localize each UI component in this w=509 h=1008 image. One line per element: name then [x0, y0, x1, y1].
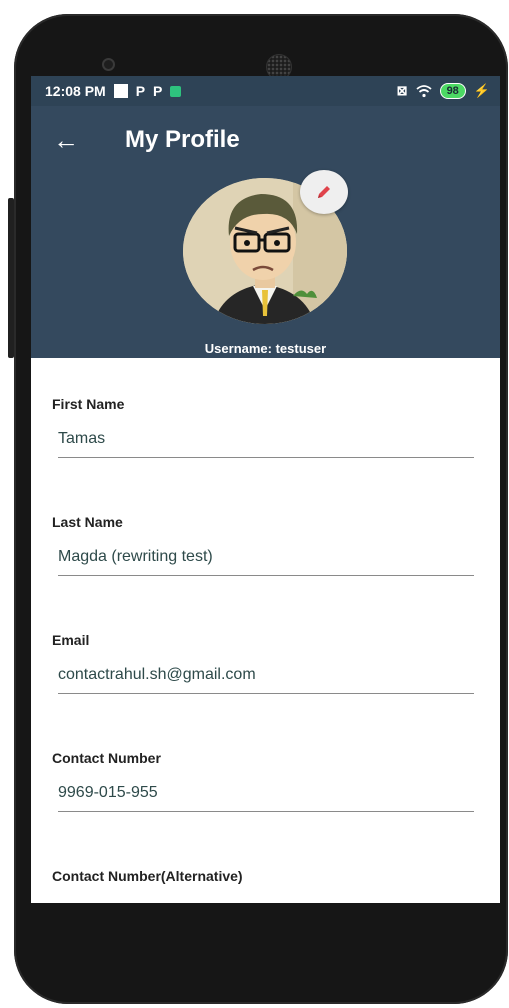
- battery-level: 98: [439, 83, 466, 99]
- alt-contact-number-label: Contact Number(Alternative): [52, 868, 243, 884]
- first-name-label: First Name: [52, 396, 125, 412]
- contact-number-label: Contact Number: [52, 750, 161, 766]
- first-name-input[interactable]: Tamas: [58, 430, 474, 458]
- status-right: ⊠ 98 ⚡: [397, 83, 490, 99]
- last-name-label: Last Name: [52, 514, 123, 530]
- side-button: [8, 198, 14, 358]
- last-name-field: Last Name Magda (rewriting test): [52, 514, 474, 632]
- camera: [102, 58, 115, 71]
- app-bar: ← My Profile: [31, 106, 500, 174]
- p-icon: P: [153, 83, 163, 99]
- email-label: Email: [52, 632, 90, 648]
- contact-number-field: Contact Number 9969-015-955: [52, 750, 474, 868]
- first-name-field: First Name Tamas: [52, 396, 474, 514]
- email-field: Email contactrahul.sh@gmail.com: [52, 632, 474, 750]
- edit-avatar-button[interactable]: [300, 170, 348, 214]
- username-label: Username: testuser: [204, 341, 327, 356]
- back-arrow-icon[interactable]: ←: [31, 125, 101, 156]
- contact-number-input[interactable]: 9969-015-955: [58, 784, 474, 812]
- screen: 12:08 PM P P ⊠ 98 ⚡ ← My Profile Usernam…: [31, 76, 500, 903]
- charging-icon: ⚡: [473, 83, 490, 98]
- sim-icon: ⊠: [396, 83, 408, 98]
- app-icon: [170, 85, 182, 97]
- profile-form: First Name Tamas Last Name Magda (rewrit…: [31, 358, 500, 903]
- status-time: 12:08 PM: [45, 83, 106, 99]
- email-input[interactable]: contactrahul.sh@gmail.com: [58, 666, 474, 694]
- notification-icon: [113, 84, 128, 98]
- status-bar: 12:08 PM P P ⊠ 98 ⚡: [31, 76, 500, 106]
- last-name-input[interactable]: Magda (rewriting test): [58, 548, 474, 576]
- profile-header: Username: testuser: [31, 170, 500, 358]
- page-title: My Profile: [125, 126, 240, 153]
- pencil-icon: [318, 186, 330, 198]
- alt-contact-number-field: Contact Number(Alternative): [52, 868, 474, 903]
- p-icon: P: [135, 83, 146, 99]
- wifi-icon: [415, 84, 432, 97]
